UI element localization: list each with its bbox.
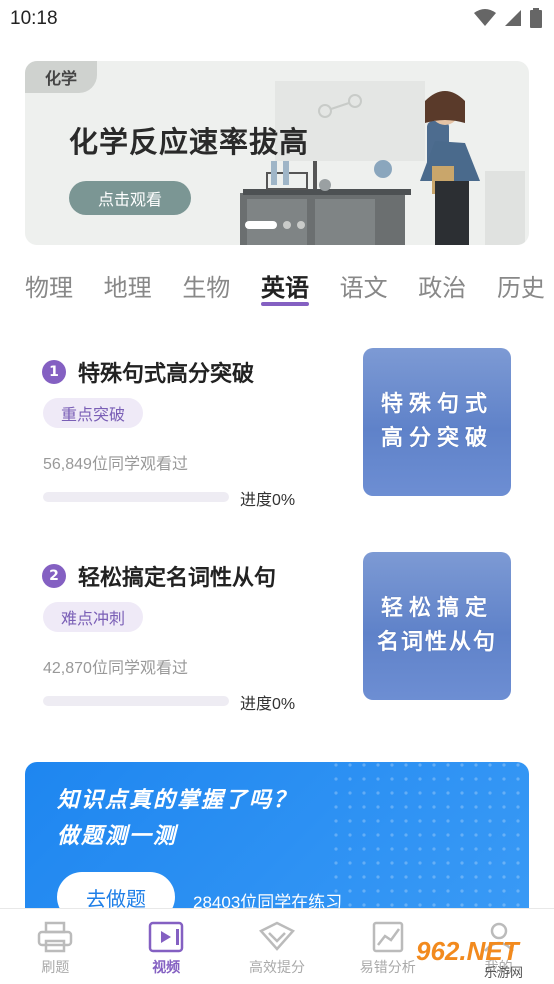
thumbnail-text: 特殊句式 — [380, 392, 493, 417]
progress-bar — [43, 492, 229, 502]
course-title: 轻松搞定名词性从句 — [78, 566, 277, 591]
course-views: 56,849位同学观看过 — [43, 456, 188, 473]
course-thumbnail[interactable]: 轻松搞定 名词性从句 — [363, 552, 511, 700]
course-item[interactable]: 2 轻松搞定名词性从句 难点冲刺 42,870位同学观看过 进度0% 轻松搞定 … — [0, 552, 554, 722]
course-title: 特殊句式高分突破 — [78, 362, 255, 387]
tab-biology[interactable]: 生物 — [182, 268, 230, 308]
progress-text: 进度0% — [240, 492, 296, 509]
nav-item-practice[interactable]: 刷题 — [0, 909, 111, 984]
course-number-badge: 2 — [42, 564, 66, 588]
course-views: 42,870位同学观看过 — [43, 660, 188, 677]
carousel-dot — [283, 221, 291, 229]
nav-label: 视频 — [152, 960, 181, 976]
watermark-subtext: 乐游网 — [484, 966, 524, 981]
carousel-dot — [297, 221, 305, 229]
nav-item-video[interactable]: 视频 — [111, 909, 222, 984]
course-thumbnail[interactable]: 特殊句式 高分突破 — [363, 348, 511, 496]
tab-english[interactable]: 英语 — [260, 268, 309, 308]
signal-icon — [505, 10, 521, 26]
progress-text: 进度0% — [240, 696, 296, 713]
nav-item-improve[interactable]: 高效提分 — [222, 909, 333, 984]
subject-tabs: 物理 地理 生物 英语 语文 政治 历史 — [25, 268, 545, 308]
course-tag: 难点冲刺 — [43, 602, 144, 632]
carousel-dot-active — [245, 221, 277, 229]
tab-physics[interactable]: 物理 — [25, 268, 73, 308]
thumbnail-text: 轻松搞定 — [380, 596, 493, 621]
battery-icon — [530, 8, 542, 28]
thumbnail-text: 名词性从句 — [376, 630, 497, 655]
chart-icon — [372, 921, 404, 953]
watch-button[interactable]: 点击观看 — [69, 181, 191, 215]
course-tag: 重点突破 — [43, 398, 144, 428]
wifi-icon — [474, 9, 496, 26]
status-icons — [474, 8, 542, 28]
banner-subject-tag: 化学 — [25, 61, 97, 93]
course-number-badge: 1 — [42, 360, 66, 384]
tab-chinese[interactable]: 语文 — [340, 268, 388, 308]
nav-label: 刷题 — [41, 960, 70, 976]
course-banner[interactable]: 化学 化学反应速率拔高 点击观看 — [25, 61, 529, 245]
printer-icon — [38, 921, 73, 953]
banner-title: 化学反应速率拔高 — [69, 125, 310, 159]
video-icon — [148, 921, 184, 953]
tab-history[interactable]: 历史 — [497, 268, 545, 308]
course-item[interactable]: 1 特殊句式高分突破 重点突破 56,849位同学观看过 进度0% 特殊句式 高… — [0, 348, 554, 518]
practice-title-line1: 知识点真的掌握了吗？ — [57, 788, 298, 813]
status-time: 10:18 — [10, 8, 58, 29]
practice-title-line2: 做题测一测 — [57, 824, 178, 849]
site-watermark: 962.NET 乐游网 — [408, 932, 548, 981]
chevron-down-icon — [258, 921, 295, 951]
carousel-indicator — [245, 221, 305, 229]
status-bar: 10:18 — [0, 0, 554, 40]
nav-label: 高效提分 — [248, 960, 305, 976]
progress-bar — [43, 696, 229, 706]
thumbnail-text: 高分突破 — [380, 426, 493, 451]
tab-politics[interactable]: 政治 — [418, 268, 466, 308]
tab-geography[interactable]: 地理 — [104, 268, 152, 308]
